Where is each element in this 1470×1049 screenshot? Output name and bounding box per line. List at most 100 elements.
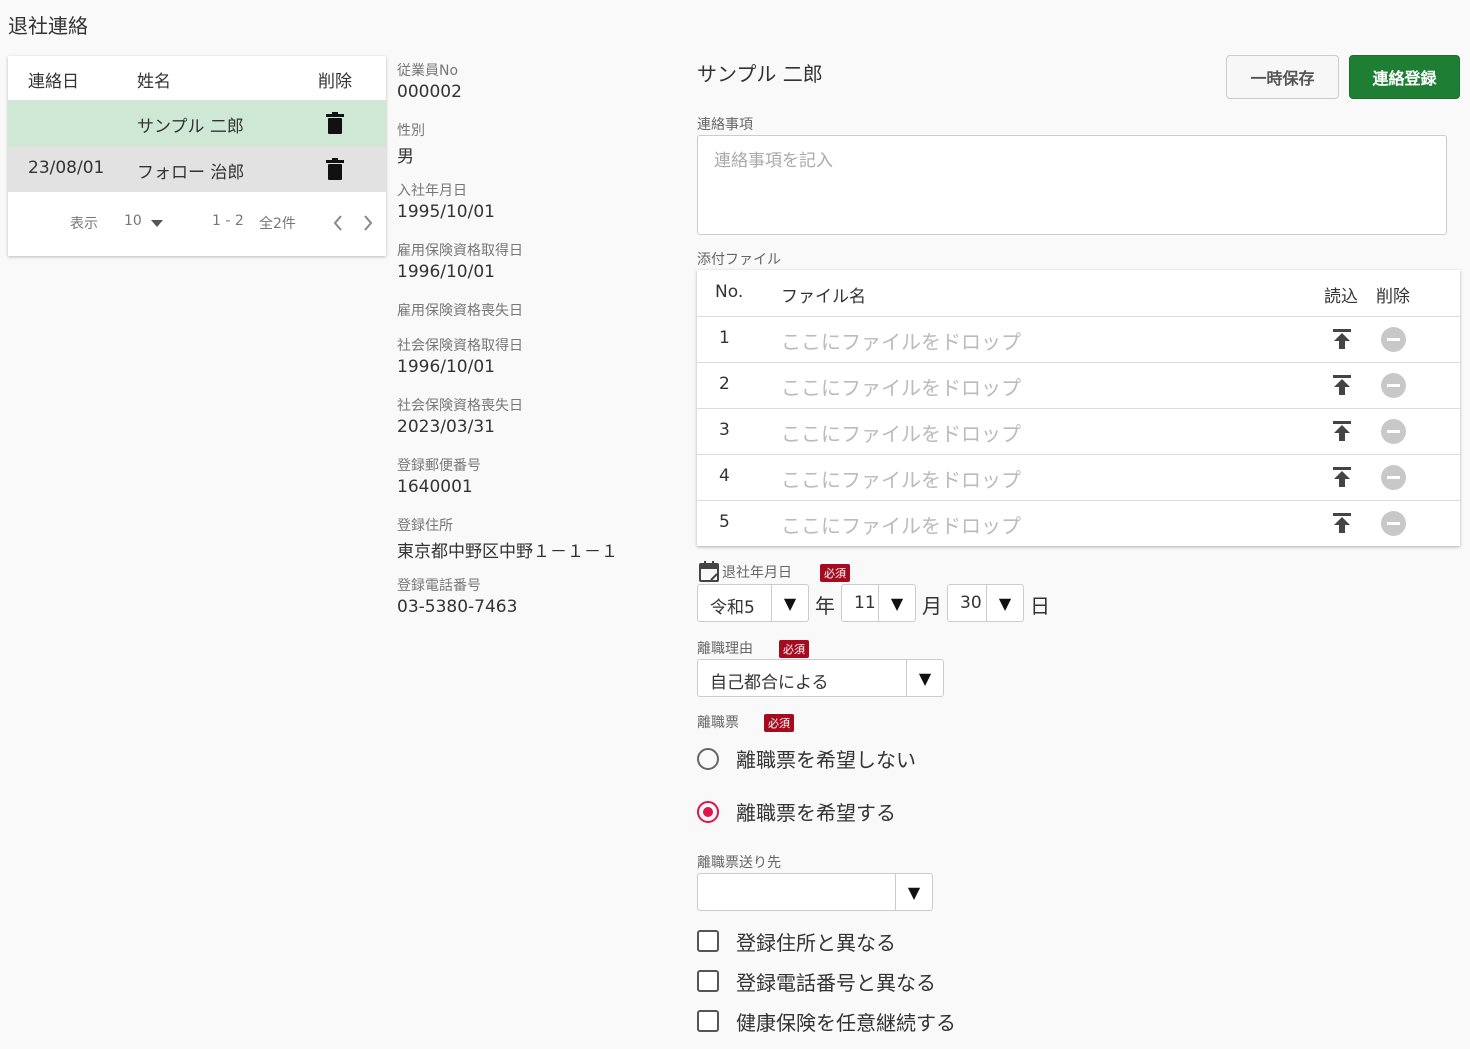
reason-select[interactable]: 自己都合による ▼ (697, 659, 944, 697)
pager-show-label: 表示 (70, 216, 98, 232)
info-value: 1640001 (397, 477, 473, 497)
upload-icon[interactable] (1331, 420, 1353, 442)
remove-icon[interactable] (1381, 373, 1406, 398)
file-dropzone[interactable]: ここにファイルをドロップ (781, 372, 1021, 401)
file-dropzone[interactable]: ここにファイルをドロップ (781, 326, 1021, 355)
day-select[interactable]: 30 ▼ (947, 584, 1024, 622)
file-dropzone[interactable]: ここにファイルをドロップ (781, 464, 1021, 493)
row-name: サンプル 二郎 (137, 117, 244, 137)
info-value: 東京都中野区中野１－１－１ (397, 542, 618, 562)
notes-textarea[interactable]: 連絡事項を記入 (697, 135, 1447, 235)
checkbox[interactable] (697, 1010, 719, 1032)
dropdown-arrow-icon[interactable]: ▼ (895, 874, 932, 910)
day-value: 30 (960, 593, 982, 613)
month-value: 11 (854, 593, 876, 613)
header-date[interactable]: 連絡日 (28, 67, 79, 92)
info-value: 1995/10/01 (397, 202, 495, 222)
checkbox-label: 健康保険を任意継続する (736, 1011, 956, 1035)
page-size-select[interactable]: 10 (124, 213, 142, 229)
info-value: 2023/03/31 (397, 417, 495, 437)
list-header: 連絡日 姓名 削除 (8, 56, 386, 100)
retire-date-label: 退社年月日 (722, 565, 792, 581)
info-label: 入社年月日 (397, 183, 467, 199)
chevron-left-icon[interactable] (333, 215, 343, 231)
era-select[interactable]: 令和5 ▼ (697, 584, 809, 622)
checkbox-label: 登録住所と異なる (736, 931, 896, 955)
checkbox[interactable] (697, 970, 719, 992)
remove-icon[interactable] (1381, 327, 1406, 352)
info-label: 社会保険資格取得日 (397, 338, 523, 354)
dropdown-arrow-icon[interactable]: ▼ (878, 585, 915, 621)
info-label: 従業員No (397, 63, 459, 79)
dropdown-arrow-icon[interactable]: ▼ (986, 585, 1023, 621)
info-value: 男 (397, 147, 414, 167)
contact-list: 連絡日 姓名 削除 サンプル 二郎 23/08/01 フォロー 治郎 表示 10… (8, 56, 386, 256)
dropdown-arrow-icon[interactable]: ▼ (771, 585, 808, 621)
caret-down-icon[interactable] (151, 220, 163, 228)
radio-button[interactable] (697, 801, 719, 823)
attachment-row[interactable]: 1 ここにファイルをドロップ (697, 316, 1460, 363)
radio-button[interactable] (697, 748, 719, 770)
file-dropzone[interactable]: ここにファイルをドロップ (781, 418, 1021, 447)
era-value: 令和5 (710, 598, 755, 618)
remove-icon[interactable] (1381, 419, 1406, 444)
trash-icon[interactable] (326, 158, 344, 180)
file-no: 5 (719, 512, 730, 532)
month-unit: 月 (922, 594, 942, 618)
attachment-row[interactable]: 2 ここにファイルをドロップ (697, 362, 1460, 409)
radio-label: 離職票を希望しない (736, 748, 916, 772)
list-row[interactable]: 23/08/01 フォロー 治郎 (8, 146, 386, 192)
month-select[interactable]: 11 ▼ (841, 584, 916, 622)
info-label: 社会保険資格喪失日 (397, 398, 523, 414)
trash-icon[interactable] (326, 112, 344, 134)
upload-icon[interactable] (1331, 512, 1353, 534)
info-label: 雇用保険資格取得日 (397, 243, 523, 259)
reason-value: 自己都合による (710, 673, 829, 693)
dropdown-arrow-icon[interactable]: ▼ (906, 660, 943, 696)
upload-icon[interactable] (1331, 374, 1353, 396)
radio-label: 離職票を希望する (736, 801, 896, 825)
pager-range: 1 - 2 (212, 213, 244, 229)
attachment-row[interactable]: 5 ここにファイルをドロップ (697, 500, 1460, 546)
attachment-row[interactable]: 4 ここにファイルをドロップ (697, 454, 1460, 501)
attachment-header: No. ファイル名 読込 削除 (697, 270, 1460, 317)
pager-total: 全2件 (259, 216, 296, 232)
slip-dest-label: 離職票送り先 (697, 855, 781, 871)
required-badge: 必須 (779, 640, 809, 658)
checkbox-label: 登録電話番号と異なる (736, 971, 936, 995)
list-row[interactable]: サンプル 二郎 (8, 100, 386, 146)
header-name[interactable]: 姓名 (137, 67, 171, 92)
day-unit: 日 (1030, 594, 1050, 618)
checkbox[interactable] (697, 930, 719, 952)
page-title: 退社連絡 (8, 14, 88, 38)
info-value: 000002 (397, 82, 462, 102)
year-unit: 年 (815, 594, 835, 618)
file-no: 2 (719, 374, 730, 394)
file-no: 3 (719, 420, 730, 440)
file-no: 4 (719, 466, 730, 486)
row-name: フォロー 治郎 (137, 163, 245, 183)
remove-icon[interactable] (1381, 511, 1406, 536)
info-label: 性別 (397, 123, 425, 139)
info-value: 1996/10/01 (397, 357, 495, 377)
upload-icon[interactable] (1331, 328, 1353, 350)
attach-label: 添付ファイル (697, 252, 781, 268)
attachment-table: No. ファイル名 読込 削除 1 ここにファイルをドロップ 2 ここにファイル… (697, 270, 1460, 546)
register-button[interactable]: 連絡登録 (1349, 55, 1460, 99)
header-no: No. (715, 282, 744, 302)
header-delete: 削除 (318, 72, 352, 92)
employee-name: サンプル 二郎 (697, 62, 823, 86)
notes-label: 連絡事項 (697, 117, 753, 133)
slip-dest-select[interactable]: ▼ (697, 873, 933, 911)
attachment-row[interactable]: 3 ここにファイルをドロップ (697, 408, 1460, 455)
temp-save-button[interactable]: 一時保存 (1226, 55, 1339, 99)
chevron-right-icon[interactable] (363, 215, 373, 231)
upload-icon[interactable] (1331, 466, 1353, 488)
reason-label: 離職理由 (697, 641, 753, 657)
remove-icon[interactable] (1381, 465, 1406, 490)
info-label: 登録電話番号 (397, 578, 481, 594)
pager: 表示 10 1 - 2 全2件 (8, 206, 386, 240)
file-no: 1 (719, 328, 730, 348)
file-dropzone[interactable]: ここにファイルをドロップ (781, 510, 1021, 539)
info-label: 雇用保険資格喪失日 (397, 303, 523, 319)
